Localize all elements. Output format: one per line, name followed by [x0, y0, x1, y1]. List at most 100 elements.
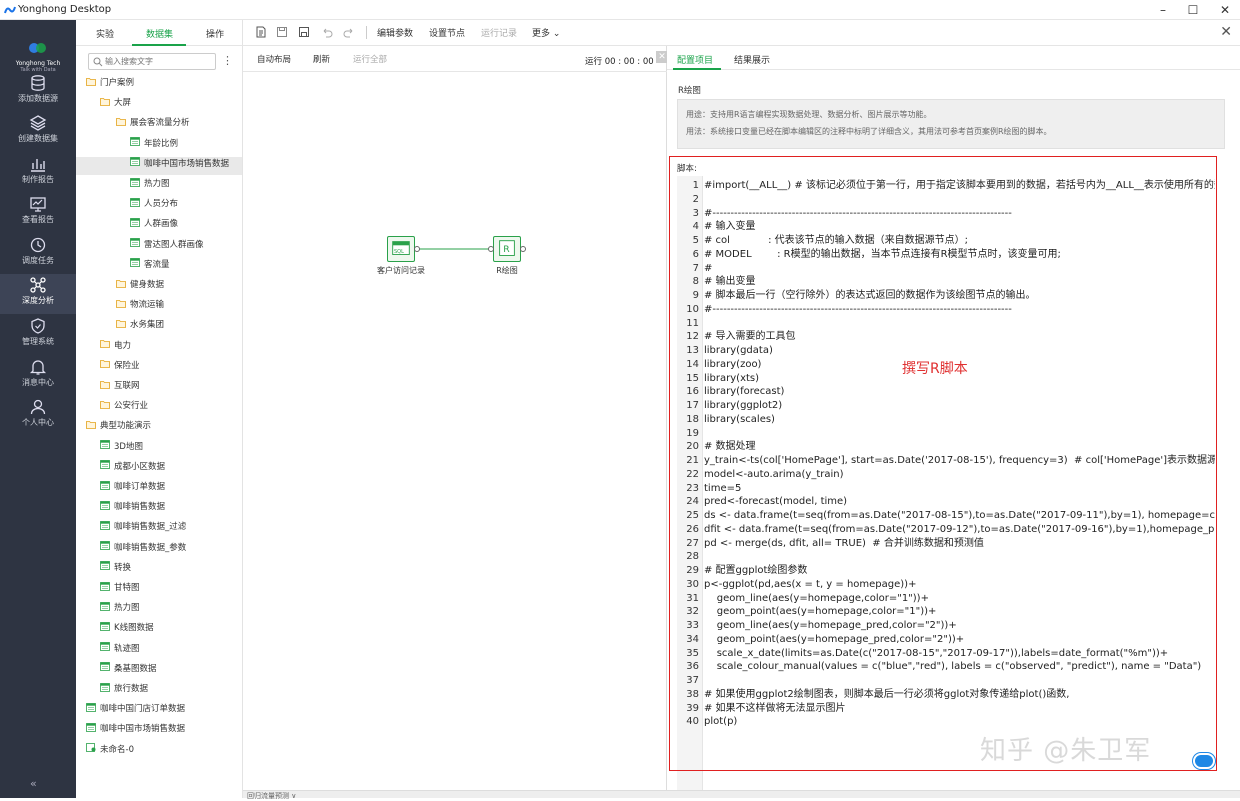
tree-node[interactable]: 互联网	[100, 379, 260, 397]
close-window-button[interactable]: ✕	[1210, 2, 1240, 18]
svg-text:R: R	[503, 244, 510, 255]
dataset-icon	[100, 561, 110, 571]
sql-node[interactable]: SQL	[387, 236, 415, 262]
tree-node[interactable]: 桑基图数据	[100, 662, 260, 680]
collapse-nav-button[interactable]: «	[30, 777, 37, 790]
dataset-icon	[100, 581, 110, 591]
tree-node-label: 桑基图数据	[114, 663, 157, 674]
nav-personal[interactable]: 个人中心	[0, 396, 76, 436]
tree-node[interactable]: 未命名-0	[86, 743, 246, 761]
close-tab-icon[interactable]: ✕	[1220, 24, 1232, 40]
tree-node[interactable]: 大屏	[100, 96, 260, 114]
tree-node[interactable]: 电力	[100, 339, 260, 357]
tab-result[interactable]: 结果展示	[734, 53, 770, 66]
tab-operation[interactable]: 操作	[206, 27, 224, 40]
dataset-icon	[100, 541, 110, 550]
output-port[interactable]	[520, 246, 526, 252]
dataset-icon	[100, 682, 110, 692]
tree-node[interactable]: 转换	[100, 561, 260, 579]
chat-bubble-icon[interactable]	[1193, 753, 1215, 769]
nav-messages[interactable]: 消息中心	[0, 356, 76, 396]
tree-node-label: 咖啡中国门店订单数据	[100, 704, 186, 715]
save-as-icon[interactable]	[298, 26, 310, 38]
tab-dataset[interactable]: 数据集	[146, 27, 173, 40]
tree-search-input[interactable]	[105, 55, 213, 68]
tree-node[interactable]: 热力图	[100, 601, 260, 619]
nav-view-report[interactable]: 查看报告	[0, 193, 76, 233]
input-port[interactable]	[488, 246, 494, 252]
tree-node[interactable]: 咖啡中国市场销售数据	[86, 722, 246, 740]
tree-node[interactable]: 公安行业	[100, 399, 260, 417]
tree-node[interactable]: 咖啡销售数据	[100, 500, 260, 518]
dataset-icon	[130, 157, 140, 167]
watermark: 知乎 @朱卫军	[980, 736, 1152, 766]
tree-node-label: 人群画像	[144, 219, 179, 230]
set-node-button[interactable]: 设置节点	[429, 26, 465, 39]
tree-node-label: 未命名-0	[100, 744, 134, 755]
tree-node-label: 门户案例	[100, 78, 135, 88]
dataset-icon	[100, 500, 110, 510]
tree-node[interactable]: K线图数据	[100, 621, 260, 639]
dataset-icon	[86, 702, 96, 712]
nav-deep-analysis[interactable]: 深度分析	[0, 274, 76, 314]
tree-node-label: 甘特图	[114, 583, 140, 593]
tab-config[interactable]: 配置项目	[677, 53, 713, 66]
run-log-button[interactable]: 运行记录	[481, 26, 517, 39]
tree-node-label: 热力图	[144, 179, 170, 189]
maximize-button[interactable]: ☐	[1178, 2, 1208, 18]
nav-label: 消息中心	[22, 378, 54, 387]
undo-icon[interactable]	[321, 26, 333, 38]
folder-icon	[116, 279, 126, 288]
title-bar: Yonghong Desktop – ☐ ✕	[0, 0, 1240, 20]
nav-create-dataset[interactable]: 创建数据集	[0, 112, 76, 152]
bottom-tab-label[interactable]: 回归流量预测 ∨	[247, 791, 296, 801]
edit-params-button[interactable]: 编辑参数	[377, 26, 413, 39]
usage-text: 用途：支持用R语言编程实现数据处理、数据分析、图片展示等功能。	[686, 110, 932, 119]
flow-canvas[interactable]: 自动布局 刷新 运行全部 运行 00 : 00 : 00 SQL 客户访问记录 …	[243, 46, 668, 790]
folder-icon	[100, 400, 110, 409]
tree-node-label: 咖啡中国市场销售数据	[100, 724, 186, 735]
more-button[interactable]: 更多 ⌄	[532, 26, 560, 39]
dataset-icon	[130, 258, 140, 268]
tree-node-label: 电力	[114, 340, 132, 351]
tree-node[interactable]: 咖啡订单数据	[100, 480, 260, 498]
tree-node[interactable]: 轨迹图	[100, 642, 260, 660]
tree-menu-icon[interactable]: ⋮	[222, 54, 233, 67]
nav-add-datasource[interactable]: 添加数据源	[0, 72, 76, 112]
nav-label: 深度分析	[22, 296, 54, 305]
tree-node[interactable]: 旅行数据	[100, 682, 260, 700]
tree-node[interactable]: 3D地图	[100, 440, 260, 458]
active-tab-indicator	[132, 44, 186, 46]
tree-node[interactable]: 咖啡销售数据_参数	[100, 541, 260, 559]
r-plot-node[interactable]: R	[493, 236, 521, 262]
tree-node[interactable]: 咖啡中国市场销售数据	[76, 156, 242, 175]
tree-node[interactable]: 咖啡销售数据_过滤	[100, 520, 260, 538]
search-icon	[93, 57, 103, 67]
nav-admin[interactable]: 管理系统	[0, 315, 76, 355]
output-port[interactable]	[414, 246, 420, 252]
save-icon[interactable]	[276, 26, 288, 38]
tree-node[interactable]: 甘特图	[100, 581, 260, 599]
tree-node-label: 咖啡订单数据	[114, 482, 166, 492]
nav-label: 个人中心	[22, 418, 54, 427]
new-file-icon[interactable]	[255, 26, 267, 38]
dataset-icon	[100, 460, 110, 470]
nav-make-report[interactable]: 制作报告	[0, 153, 76, 193]
tree-node-label: 典型功能演示	[100, 421, 152, 432]
tree-node-label: 年龄比例	[144, 138, 179, 149]
tab-experiment[interactable]: 实验	[96, 27, 114, 40]
folder-icon	[100, 340, 110, 348]
tree-node[interactable]: 成都小区数据	[100, 460, 260, 478]
connection-line	[419, 248, 491, 250]
nav-schedule-task[interactable]: 调度任务	[0, 234, 76, 274]
tree-node[interactable]: 保险业	[100, 359, 260, 377]
minimize-button[interactable]: –	[1148, 2, 1178, 18]
tree-node[interactable]: 门户案例	[86, 76, 246, 94]
tree-node[interactable]: 典型功能演示	[86, 419, 246, 437]
tree-node-label: 咖啡销售数据_参数	[114, 542, 187, 553]
r-plot-node-label: R绘图	[496, 266, 518, 275]
tree-node[interactable]: 咖啡中国门店订单数据	[86, 702, 246, 720]
redo-icon[interactable]	[343, 26, 355, 38]
dataset-icon	[130, 238, 140, 247]
nav-label: 管理系统	[22, 337, 54, 346]
